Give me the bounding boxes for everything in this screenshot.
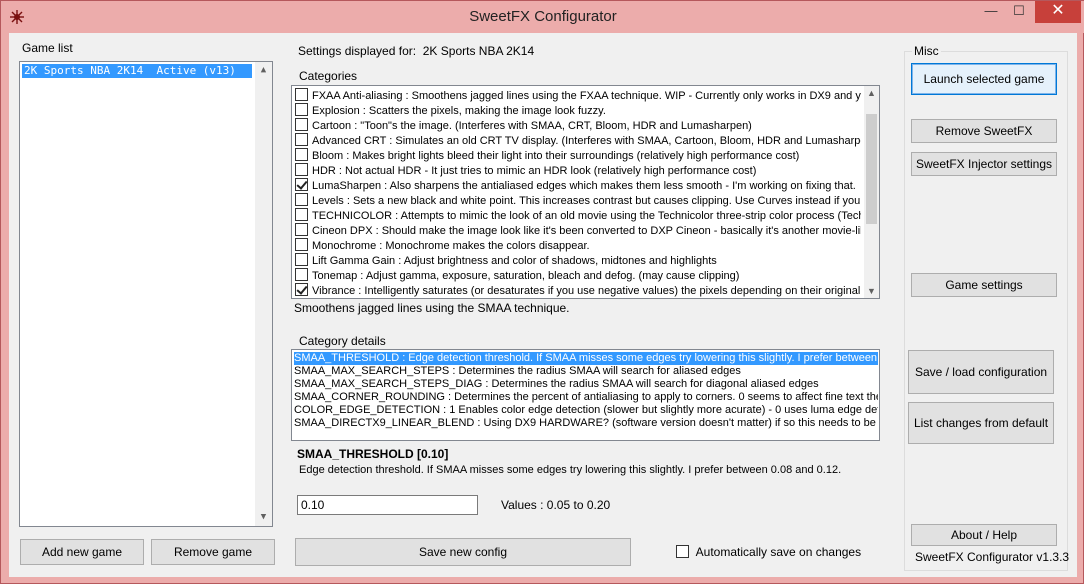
category-label: Cartoon : "Toon"s the image. (Interferes…: [312, 120, 752, 132]
add-new-game-button[interactable]: Add new game: [20, 539, 144, 565]
category-checkbox[interactable]: [295, 178, 308, 191]
scroll-up-icon[interactable]: ▲: [255, 62, 272, 79]
list-changes-button[interactable]: List changes from default: [908, 402, 1054, 444]
category-item[interactable]: Cartoon : "Toon"s the image. (Interferes…: [295, 118, 861, 133]
category-description: Smoothens jagged lines using the SMAA te…: [294, 301, 570, 315]
category-label: Lift Gamma Gain : Adjust brightness and …: [312, 255, 717, 267]
game-list-item[interactable]: 2K Sports NBA 2K14 Active (v13): [22, 64, 252, 78]
category-checkbox[interactable]: [295, 118, 308, 131]
category-details-list[interactable]: SMAA_THRESHOLD : Edge detection threshol…: [291, 349, 880, 441]
game-list[interactable]: 2K Sports NBA 2K14 Active (v13) ▲ ▼: [19, 61, 273, 527]
category-checkbox[interactable]: [295, 103, 308, 116]
category-details-label: Category details: [299, 334, 386, 348]
close-button[interactable]: ✕: [1035, 1, 1081, 23]
version-label: SweetFX Configurator v1.3.3: [915, 550, 1070, 564]
detail-item[interactable]: SMAA_DIRECTX9_LINEAR_BLEND : Using DX9 H…: [294, 417, 878, 430]
app-window: SweetFX Configurator — ☐ ✕ Game list 2K …: [0, 0, 1084, 584]
remove-game-button[interactable]: Remove game: [151, 539, 275, 565]
setting-value-input[interactable]: [297, 495, 478, 515]
category-item[interactable]: FXAA Anti-aliasing : Smoothens jagged li…: [295, 88, 861, 103]
game-settings-button[interactable]: Game settings: [911, 273, 1057, 297]
save-new-config-button[interactable]: Save new config: [295, 538, 631, 566]
category-checkbox[interactable]: [295, 223, 308, 236]
category-item[interactable]: Tonemap : Adjust gamma, exposure, satura…: [295, 268, 861, 283]
remove-sweetfx-button[interactable]: Remove SweetFX: [911, 119, 1057, 143]
client-area: Game list 2K Sports NBA 2K14 Active (v13…: [9, 33, 1077, 577]
category-label: Cineon DPX : Should make the image look …: [312, 225, 861, 237]
injector-settings-button[interactable]: SweetFX Injector settings: [911, 152, 1057, 176]
category-item[interactable]: Explosion : Scatters the pixels, making …: [295, 103, 861, 118]
category-label: Vibrance : Intelligently saturates (or d…: [312, 285, 861, 297]
settings-displayed-for-text: Settings displayed for:: [298, 44, 417, 58]
category-item[interactable]: Bloom : Makes bright lights bleed their …: [295, 148, 861, 163]
category-item[interactable]: Lift Gamma Gain : Adjust brightness and …: [295, 253, 861, 268]
category-checkbox[interactable]: [295, 208, 308, 221]
category-checkbox[interactable]: [295, 88, 308, 101]
settings-game-name: 2K Sports NBA 2K14: [422, 44, 535, 58]
categories-list[interactable]: FXAA Anti-aliasing : Smoothens jagged li…: [291, 85, 880, 299]
category-checkbox[interactable]: [295, 283, 308, 296]
detail-item[interactable]: SMAA_MAX_SEARCH_STEPS : Determines the r…: [294, 365, 878, 378]
minimize-button[interactable]: —: [977, 1, 1005, 23]
category-label: FXAA Anti-aliasing : Smoothens jagged li…: [312, 90, 861, 102]
misc-label: Misc: [912, 44, 941, 58]
category-checkbox[interactable]: [295, 253, 308, 266]
category-checkbox[interactable]: [295, 133, 308, 146]
scroll-up-icon[interactable]: ▲: [864, 86, 879, 100]
category-checkbox[interactable]: [295, 268, 308, 281]
game-list-scrollbar[interactable]: ▲ ▼: [255, 62, 272, 526]
detail-item[interactable]: SMAA_MAX_SEARCH_STEPS_DIAG : Determines …: [294, 378, 878, 391]
category-checkbox[interactable]: [295, 193, 308, 206]
title-bar[interactable]: SweetFX Configurator — ☐ ✕: [1, 1, 1084, 33]
category-checkbox[interactable]: [295, 163, 308, 176]
category-item[interactable]: HDR : Not actual HDR - It just tries to …: [295, 163, 861, 178]
category-item[interactable]: Cineon DPX : Should make the image look …: [295, 223, 861, 238]
category-label: LumaSharpen : Also sharpens the antialia…: [312, 180, 856, 192]
categories-scrollbar[interactable]: ▲ ▼: [864, 86, 879, 298]
scroll-thumb[interactable]: [866, 114, 877, 224]
detail-item[interactable]: COLOR_EDGE_DETECTION : 1 Enables color e…: [294, 404, 878, 417]
scroll-down-icon[interactable]: ▼: [864, 284, 879, 298]
values-range-label: Values : 0.05 to 0.20: [501, 498, 611, 512]
category-label: HDR : Not actual HDR - It just tries to …: [312, 165, 757, 177]
category-item[interactable]: Levels : Sets a new black and white poin…: [295, 193, 861, 208]
maximize-button[interactable]: ☐: [1005, 1, 1033, 23]
category-label: Levels : Sets a new black and white poin…: [312, 195, 861, 207]
category-label: Advanced CRT : Simulates an old CRT TV d…: [312, 135, 861, 147]
selected-setting-title: SMAA_THRESHOLD [0.10]: [297, 447, 449, 461]
category-item[interactable]: Advanced CRT : Simulates an old CRT TV d…: [295, 133, 861, 148]
selected-setting-description: Edge detection threshold. If SMAA misses…: [299, 464, 842, 476]
launch-game-button[interactable]: Launch selected game: [911, 63, 1057, 95]
categories-label: Categories: [299, 69, 358, 83]
autosave-checkbox[interactable]: [676, 545, 689, 558]
category-label: TECHNICOLOR : Attempts to mimic the look…: [312, 210, 861, 222]
autosave-checkbox-row[interactable]: Automatically save on changes: [676, 545, 861, 559]
detail-item[interactable]: SMAA_THRESHOLD : Edge detection threshol…: [294, 352, 878, 365]
scroll-down-icon[interactable]: ▼: [255, 509, 272, 526]
settings-for-label: Settings displayed for: 2K Sports NBA 2K…: [298, 44, 534, 58]
category-label: Tonemap : Adjust gamma, exposure, satura…: [312, 270, 740, 282]
category-item[interactable]: Vibrance : Intelligently saturates (or d…: [295, 283, 861, 298]
category-label: Explosion : Scatters the pixels, making …: [312, 105, 606, 117]
category-label: Bloom : Makes bright lights bleed their …: [312, 150, 800, 162]
category-item[interactable]: TECHNICOLOR : Attempts to mimic the look…: [295, 208, 861, 223]
category-checkbox[interactable]: [295, 238, 308, 251]
about-help-button[interactable]: About / Help: [911, 524, 1057, 546]
detail-item[interactable]: SMAA_CORNER_ROUNDING : Determines the pe…: [294, 391, 878, 404]
autosave-label: Automatically save on changes: [695, 545, 862, 559]
category-checkbox[interactable]: [295, 148, 308, 161]
game-list-label: Game list: [22, 41, 73, 55]
save-load-config-button[interactable]: Save / load configuration: [908, 350, 1054, 394]
category-label: Monochrome : Monochrome makes the colors…: [312, 240, 590, 252]
category-item[interactable]: Monochrome : Monochrome makes the colors…: [295, 238, 861, 253]
window-title: SweetFX Configurator: [469, 8, 617, 25]
category-item[interactable]: LumaSharpen : Also sharpens the antialia…: [295, 178, 861, 193]
